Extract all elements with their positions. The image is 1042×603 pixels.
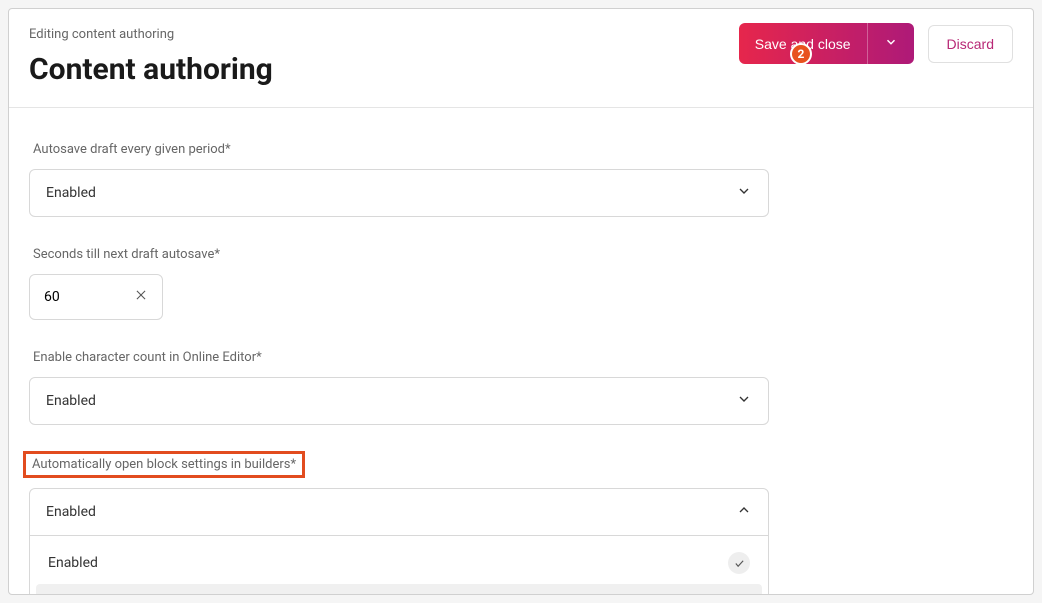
select-options-list: Enabled Disabled — [29, 536, 769, 595]
field-seconds-autosave: Seconds till next draft autosave* — [29, 243, 1013, 320]
auto-open-blocks-select[interactable]: Enabled — [29, 488, 769, 536]
chevron-up-icon — [736, 502, 752, 522]
seconds-autosave-input[interactable] — [44, 289, 104, 305]
autosave-period-select[interactable]: Enabled — [29, 169, 769, 217]
select-option-enabled[interactable]: Enabled — [36, 542, 762, 584]
select-value: Enabled — [46, 185, 96, 201]
discard-button[interactable]: Discard — [928, 25, 1013, 63]
field-label: Autosave draft every given period* — [29, 140, 235, 159]
option-label: Disabled — [48, 594, 102, 595]
char-count-select[interactable]: Enabled — [29, 377, 769, 425]
chevron-down-icon — [736, 183, 752, 203]
callout-badge-2: 2 — [790, 43, 812, 65]
clear-input-button[interactable] — [134, 288, 148, 306]
form-area: Autosave draft every given period* Enabl… — [9, 108, 1033, 595]
chevron-down-icon — [884, 34, 898, 53]
save-dropdown-toggle[interactable] — [867, 23, 914, 64]
header: Editing content authoring Content author… — [9, 9, 1033, 108]
field-label: Seconds till next draft autosave* — [29, 245, 224, 264]
select-value: Enabled — [46, 504, 96, 520]
seconds-autosave-input-wrap — [29, 274, 163, 320]
select-value: Enabled — [46, 393, 96, 409]
field-label-highlight: Automatically open block settings in bui… — [23, 451, 305, 478]
select-option-disabled[interactable]: Disabled — [36, 584, 762, 595]
field-auto-open-blocks: Automatically open block settings in bui… — [29, 451, 1013, 595]
check-icon — [728, 552, 750, 574]
option-label: Enabled — [48, 555, 98, 571]
field-char-count: Enable character count in Online Editor*… — [29, 346, 1013, 425]
field-label: Enable character count in Online Editor* — [29, 348, 266, 367]
close-icon — [134, 288, 148, 306]
editor-window: Editing content authoring Content author… — [8, 8, 1034, 595]
chevron-down-icon — [736, 391, 752, 411]
header-actions: Save and close Discard — [739, 23, 1013, 64]
field-autosave-period: Autosave draft every given period* Enabl… — [29, 138, 1013, 217]
save-button-group: Save and close — [739, 23, 914, 64]
